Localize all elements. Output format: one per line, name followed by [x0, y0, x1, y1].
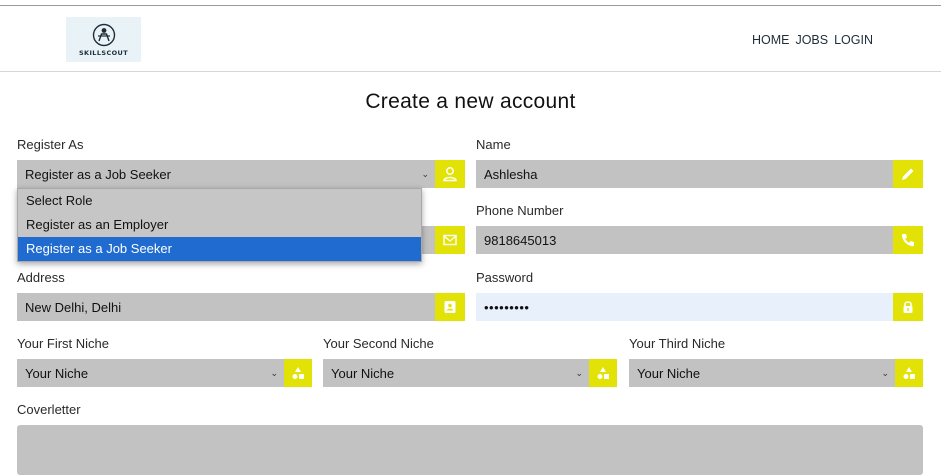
- chevron-down-icon: ⌄: [270, 367, 278, 378]
- shapes-icon: [589, 359, 617, 387]
- first-niche-select[interactable]: Your Niche ⌄: [17, 359, 312, 387]
- user-icon: [435, 160, 465, 188]
- coverletter-textarea[interactable]: [17, 425, 923, 475]
- main-nav: HOME JOBS LOGIN: [752, 33, 873, 47]
- brand-name: SKILLSCOUT: [78, 48, 129, 57]
- pencil-icon: [893, 160, 923, 188]
- register-as-dropdown-list: Select Role Register as an Employer Regi…: [17, 188, 422, 262]
- second-niche-value: Your Niche: [331, 365, 395, 381]
- register-as-label: Register As: [17, 137, 84, 152]
- page-title: Create a new account: [365, 90, 576, 113]
- site-header: SKILLSCOUT HOME JOBS LOGIN: [0, 6, 941, 72]
- phone-input[interactable]: 9818645013: [476, 226, 923, 254]
- register-as-value: Register as a Job Seeker: [25, 166, 171, 182]
- dropdown-option-select-role[interactable]: Select Role: [18, 189, 421, 213]
- register-as-select[interactable]: Register as a Job Seeker ⌄: [17, 160, 465, 188]
- second-niche-label: Your Second Niche: [323, 336, 434, 351]
- name-label: Name: [476, 137, 511, 152]
- nav-login-link[interactable]: LOGIN: [834, 33, 873, 47]
- address-label: Address: [17, 270, 65, 285]
- first-niche-value: Your Niche: [25, 365, 89, 381]
- nav-jobs-link[interactable]: JOBS: [795, 33, 828, 47]
- contact-card-icon: [435, 293, 465, 321]
- lock-icon: [893, 293, 923, 321]
- chevron-down-icon: ⌄: [881, 367, 889, 378]
- address-input[interactable]: New Delhi, Delhi: [17, 293, 465, 321]
- dropdown-option-job-seeker[interactable]: Register as a Job Seeker: [18, 237, 421, 261]
- mail-icon: [435, 226, 465, 254]
- password-value: •••••••••: [484, 299, 530, 315]
- coverletter-label: Coverletter: [17, 402, 81, 417]
- chevron-down-icon: ⌄: [421, 168, 429, 179]
- chevron-down-icon: ⌄: [575, 367, 583, 378]
- brand-logo[interactable]: SKILLSCOUT: [66, 17, 141, 62]
- nav-home-link[interactable]: HOME: [752, 33, 790, 47]
- second-niche-select[interactable]: Your Niche ⌄: [323, 359, 617, 387]
- name-value: Ashlesha: [484, 166, 538, 182]
- shapes-icon: [284, 359, 312, 387]
- third-niche-value: Your Niche: [637, 365, 701, 381]
- address-value: New Delhi, Delhi: [25, 299, 122, 315]
- phone-label: Phone Number: [476, 203, 564, 218]
- password-input[interactable]: •••••••••: [476, 293, 923, 321]
- shapes-icon: [895, 359, 923, 387]
- third-niche-select[interactable]: Your Niche ⌄: [629, 359, 923, 387]
- dropdown-option-employer[interactable]: Register as an Employer: [18, 213, 421, 237]
- third-niche-label: Your Third Niche: [629, 336, 726, 351]
- logo-icon: [92, 23, 115, 46]
- phone-value: 9818645013: [484, 232, 557, 248]
- first-niche-label: Your First Niche: [17, 336, 109, 351]
- password-label: Password: [476, 270, 534, 285]
- phone-icon: [893, 226, 923, 254]
- name-input[interactable]: Ashlesha: [476, 160, 923, 188]
